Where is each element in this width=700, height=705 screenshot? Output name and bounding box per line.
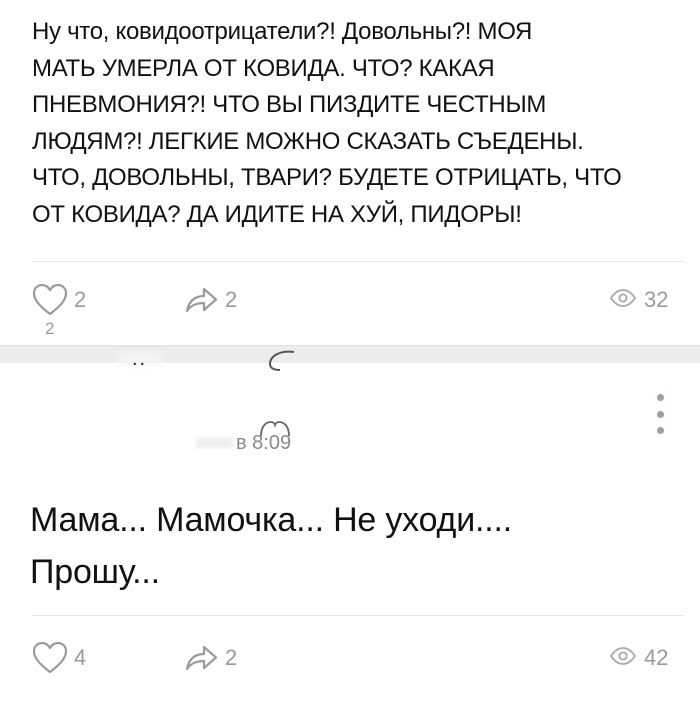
like-count: 2 (74, 287, 87, 312)
post-2: .. в 8:09 Мама... Мамочка... Не уходи...… (0, 348, 700, 705)
divider (32, 615, 684, 616)
post-1: Ну что, ковидоотрицатели?! Довольны?! МО… (0, 0, 700, 345)
like-button[interactable]: 2 (32, 283, 86, 317)
eye-icon (609, 288, 637, 312)
avatar[interactable] (266, 348, 298, 376)
share-count: 2 (225, 645, 238, 670)
post-actions: 2 2 2 32 (0, 283, 700, 338)
share-button[interactable]: 2 (183, 283, 237, 317)
divider (32, 261, 684, 262)
views-count: 42 (644, 645, 669, 670)
post-actions: 4 2 42 (0, 641, 700, 681)
heart-icon (32, 283, 68, 317)
heart-overlay-icon (258, 420, 292, 443)
stray-count: 2 (45, 319, 55, 338)
post-text: Мама... Мамочка... Не уходи.... Прошу... (30, 501, 512, 591)
like-button[interactable]: 4 (32, 641, 86, 675)
views-count: 32 (644, 287, 669, 312)
post-text: Ну что, ковидоотрицатели?! Довольны?! МО… (32, 18, 622, 228)
views-counter: 32 (609, 287, 669, 313)
heart-icon (32, 641, 68, 675)
share-count: 2 (225, 287, 238, 312)
share-arrow-icon (183, 641, 219, 675)
views-counter: 42 (609, 645, 669, 671)
share-arrow-icon (183, 283, 219, 317)
share-button[interactable]: 2 (183, 641, 237, 675)
eye-icon (609, 646, 637, 670)
like-count: 4 (74, 645, 87, 670)
post-separator (0, 345, 700, 363)
redacted-time-prefix (196, 438, 234, 448)
more-vertical-icon[interactable] (650, 394, 670, 434)
author-name[interactable]: .. (132, 348, 147, 371)
